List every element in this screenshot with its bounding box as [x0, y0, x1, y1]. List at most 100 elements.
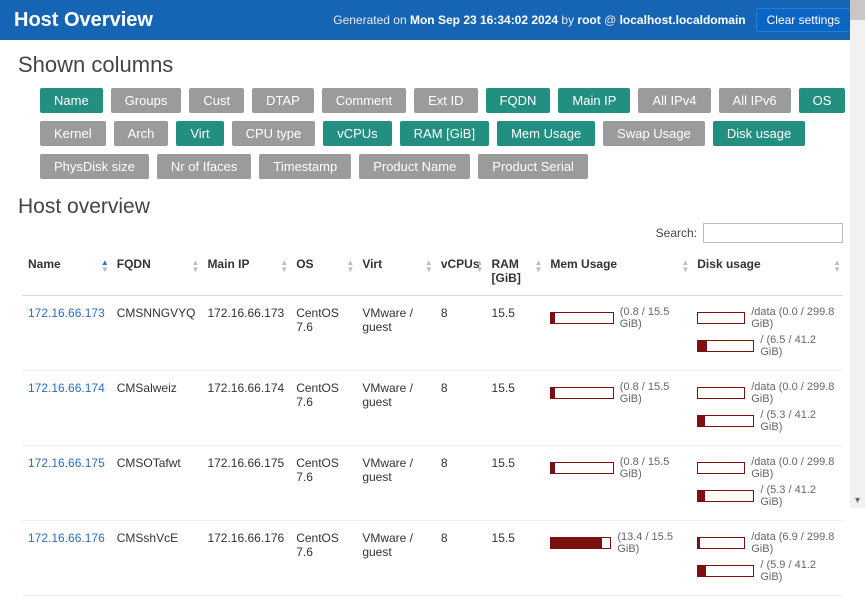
scroll-down-icon[interactable]: ▾	[850, 493, 865, 508]
cell-main-ip: 172.16.66.176	[201, 521, 290, 596]
column-chip-dtap[interactable]: DTAP	[252, 88, 314, 113]
disk-label: / (5.3 / 41.2 GiB)	[760, 484, 837, 508]
cell-vcpus: 8	[435, 296, 486, 371]
column-chip-groups[interactable]: Groups	[111, 88, 182, 113]
column-chip-product-serial[interactable]: Product Serial	[478, 154, 588, 179]
column-chip-virt[interactable]: Virt	[176, 121, 223, 146]
column-chip-kernel[interactable]: Kernel	[40, 121, 106, 146]
column-chip-arch[interactable]: Arch	[114, 121, 169, 146]
cell-vcpus: 8	[435, 446, 486, 521]
column-chip-ext-id[interactable]: Ext ID	[414, 88, 477, 113]
sort-icon: ▲▼	[346, 259, 354, 273]
column-chips: Name Groups Cust DTAP Comment Ext ID FQDN Main …	[18, 88, 847, 179]
search-label: Search:	[656, 226, 697, 240]
generated-host: localhost.localdomain	[620, 13, 746, 27]
cell-os: CentOS 7.6	[290, 521, 356, 596]
disk-label: /data (6.9 / 299.8 GiB)	[751, 531, 837, 555]
column-chip-fqdn[interactable]: FQDN	[486, 88, 551, 113]
col-header-ram-gib-[interactable]: RAM [GiB]▲▼	[486, 251, 545, 296]
col-header-disk-usage[interactable]: Disk usage▲▼	[691, 251, 843, 296]
column-chip-cpu-type[interactable]: CPU type	[232, 121, 316, 146]
cell-name[interactable]: 172.16.66.174	[22, 371, 111, 446]
vertical-scrollbar[interactable]: ▴ ▾	[850, 0, 865, 508]
column-chip-mem-usage[interactable]: Mem Usage	[497, 121, 595, 146]
cell-mem-usage: (0.8 / 15.5 GiB)	[544, 296, 691, 371]
shown-columns-section: Shown columns Name Groups Cust DTAP Comment E…	[0, 40, 865, 191]
cell-virt: VMware / guest	[356, 296, 435, 371]
disk-bar	[697, 387, 745, 399]
cell-name[interactable]: 172.16.66.175	[22, 446, 111, 521]
disk-bar	[697, 537, 745, 549]
generated-date: Mon Sep 23 16:34:02 2024	[410, 13, 558, 27]
disk-label: /data (0.0 / 299.8 GiB)	[751, 306, 837, 330]
col-header-virt[interactable]: Virt▲▼	[356, 251, 435, 296]
table-row: 172.16.66.174CMSalweiz172.16.66.174CentO…	[22, 371, 843, 446]
sort-icon: ▲▼	[425, 259, 433, 273]
col-header-main-ip[interactable]: Main IP▲▼	[201, 251, 290, 296]
sort-icon: ▲▼	[833, 259, 841, 273]
cell-disk-usage: /data (0.0 / 299.8 GiB) / (6.5 / 41.2 GiB…	[691, 296, 843, 371]
disk-bar	[697, 565, 754, 577]
sort-icon: ▲▼	[476, 259, 484, 273]
cell-mem-usage: (13.4 / 15.5 GiB)	[544, 521, 691, 596]
mem-bar	[550, 312, 613, 324]
cell-vcpus: 8	[435, 521, 486, 596]
column-chip-comment[interactable]: Comment	[322, 88, 406, 113]
cell-disk-usage: /data (6.9 / 299.8 GiB)/ (5.9 / 41.2 GiB…	[691, 521, 843, 596]
sort-icon: ▲▼	[681, 259, 689, 273]
col-header-vcpus[interactable]: vCPUs▲▼	[435, 251, 486, 296]
hosts-table: Name▲▼FQDN▲▼Main IP▲▼OS▲▼Virt▲▼vCPUs▲▼RA…	[22, 251, 843, 596]
column-chip-all-ipv6[interactable]: All IPv6	[719, 88, 791, 113]
column-chip-disk-usage[interactable]: Disk usage	[713, 121, 805, 146]
cell-name[interactable]: 172.16.66.176	[22, 521, 111, 596]
column-chip-cust[interactable]: Cust	[189, 88, 244, 113]
mem-label: (0.8 / 15.5 GiB)	[620, 381, 685, 405]
page-title: Host Overview	[14, 9, 153, 32]
search-input[interactable]	[703, 223, 843, 243]
cell-os: CentOS 7.6	[290, 371, 356, 446]
table-row: 172.16.66.175CMSOTafwt172.16.66.175CentO…	[22, 446, 843, 521]
column-chip-nr-of-ifaces[interactable]: Nr of Ifaces	[157, 154, 251, 179]
cell-name[interactable]: 172.16.66.173	[22, 296, 111, 371]
col-header-name[interactable]: Name▲▼	[22, 251, 111, 296]
mem-bar	[550, 462, 613, 474]
col-header-fqdn[interactable]: FQDN▲▼	[111, 251, 202, 296]
clear-settings-button[interactable]: Clear settings	[756, 8, 851, 32]
scroll-thumb[interactable]	[850, 0, 865, 20]
table-row: 172.16.66.176CMSshVcE172.16.66.176CentOS…	[22, 521, 843, 596]
generated-text: Generated on Mon Sep 23 16:34:02 2024 by…	[333, 13, 745, 27]
column-chip-timestamp[interactable]: Timestamp	[259, 154, 351, 179]
disk-bar	[697, 312, 745, 324]
shown-columns-title: Shown columns	[18, 52, 847, 78]
disk-bar	[697, 340, 754, 352]
cell-ram: 15.5	[486, 521, 545, 596]
column-chip-all-ipv4[interactable]: All IPv4	[638, 88, 710, 113]
disk-label: / (6.5 / 41.2 GiB)	[760, 334, 837, 358]
disk-label: / (5.3 / 41.2 GiB)	[760, 409, 837, 433]
cell-fqdn: CMSNNGVYQ	[111, 296, 202, 371]
table-header-row: Name▲▼FQDN▲▼Main IP▲▼OS▲▼Virt▲▼vCPUs▲▼RA…	[22, 251, 843, 296]
column-chip-name[interactable]: Name	[40, 88, 103, 113]
column-chip-os[interactable]: OS	[799, 88, 846, 113]
sort-icon: ▲▼	[280, 259, 288, 273]
column-chip-ram-gib-[interactable]: RAM [GiB]	[400, 121, 489, 146]
host-overview-title: Host overview	[0, 191, 865, 221]
cell-fqdn: CMSshVcE	[111, 521, 202, 596]
cell-fqdn: CMSalweiz	[111, 371, 202, 446]
cell-main-ip: 172.16.66.174	[201, 371, 290, 446]
column-chip-vcpus[interactable]: vCPUs	[323, 121, 391, 146]
col-header-os[interactable]: OS▲▼	[290, 251, 356, 296]
cell-main-ip: 172.16.66.175	[201, 446, 290, 521]
cell-main-ip: 172.16.66.173	[201, 296, 290, 371]
table-row: 172.16.66.173CMSNNGVYQ172.16.66.173CentO…	[22, 296, 843, 371]
sort-icon: ▲▼	[192, 259, 200, 273]
disk-bar	[697, 415, 754, 427]
column-chip-product-name[interactable]: Product Name	[359, 154, 470, 179]
sort-icon: ▲▼	[101, 259, 109, 273]
disk-label: /data (0.0 / 299.8 GiB)	[751, 456, 837, 480]
col-header-mem-usage[interactable]: Mem Usage▲▼	[544, 251, 691, 296]
cell-virt: VMware / guest	[356, 521, 435, 596]
column-chip-main-ip[interactable]: Main IP	[558, 88, 630, 113]
column-chip-swap-usage[interactable]: Swap Usage	[603, 121, 705, 146]
column-chip-physdisk-size[interactable]: PhysDisk size	[40, 154, 149, 179]
